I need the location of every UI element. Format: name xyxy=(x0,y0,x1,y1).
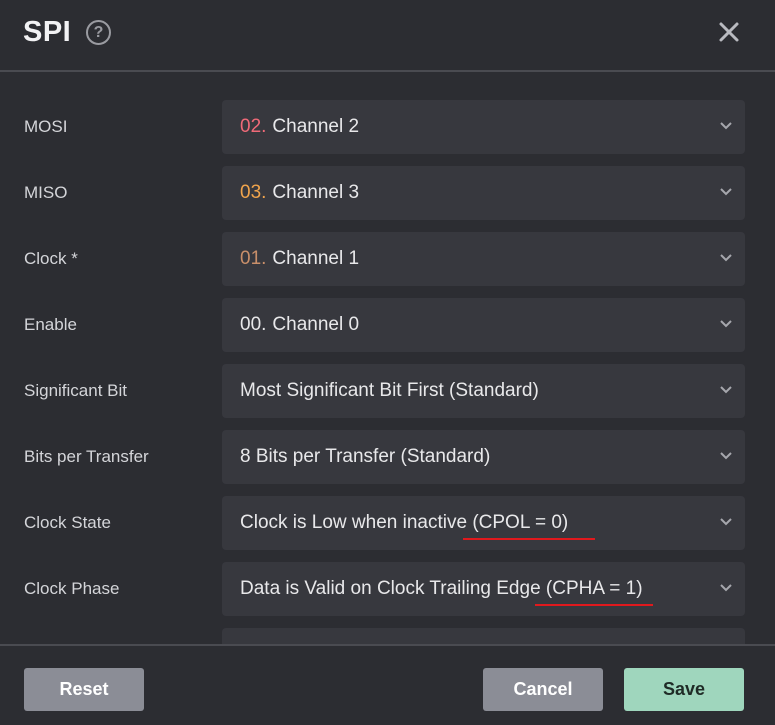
partial-select[interactable] xyxy=(222,628,745,644)
field-label: MOSI xyxy=(24,117,68,136)
save-button[interactable]: Save xyxy=(624,668,744,711)
bits-per-transfer-select[interactable]: 8 Bits per Transfer (Standard) xyxy=(222,430,745,484)
reset-button[interactable]: Reset xyxy=(24,668,144,711)
channel-number: 03. xyxy=(240,182,267,203)
field-row-clock-phase: Clock Phase Data is Valid on Clock Trail… xyxy=(0,562,775,616)
field-row-partial xyxy=(0,628,775,644)
enable-select[interactable]: 00. Channel 0 xyxy=(222,298,745,352)
chevron-down-icon xyxy=(720,386,732,394)
clock-select[interactable]: 01. Channel 1 xyxy=(222,232,745,286)
chevron-down-icon xyxy=(720,452,732,460)
question-circle-icon[interactable]: ? xyxy=(86,20,111,45)
mosi-select[interactable]: 02. Channel 2 xyxy=(222,100,745,154)
channel-name: Channel 0 xyxy=(272,314,360,335)
field-label: Enable xyxy=(24,315,77,334)
channel-name: Channel 3 xyxy=(272,182,360,203)
field-row-bits-per-transfer: Bits per Transfer 8 Bits per Transfer (S… xyxy=(0,430,775,484)
clock-state-select[interactable]: Clock is Low when inactive (CPOL = 0) xyxy=(222,496,745,550)
cpol-annotation-underline xyxy=(463,538,595,540)
field-label: Bits per Transfer xyxy=(24,447,149,466)
cancel-button[interactable]: Cancel xyxy=(483,668,603,711)
select-value: Most Significant Bit First (Standard) xyxy=(240,380,539,401)
field-label: Clock State xyxy=(24,513,111,532)
settings-panel: MOSI 02. Channel 2 MISO 03. Channel 3 Cloc… xyxy=(0,74,775,644)
select-value: 8 Bits per Transfer (Standard) xyxy=(240,446,491,467)
field-row-significant-bit: Significant Bit Most Significant Bit Fir… xyxy=(0,364,775,418)
field-row-clock: Clock * 01. Channel 1 xyxy=(0,232,775,286)
chevron-down-icon xyxy=(720,584,732,592)
field-row-clock-state: Clock State Clock is Low when inactive (… xyxy=(0,496,775,550)
field-row-enable: Enable 00. Channel 0 xyxy=(0,298,775,352)
chevron-down-icon xyxy=(720,188,732,196)
field-label: Significant Bit xyxy=(24,381,127,400)
significant-bit-select[interactable]: Most Significant Bit First (Standard) xyxy=(222,364,745,418)
dialog-title: SPI xyxy=(23,16,72,48)
chevron-down-icon xyxy=(720,518,732,526)
dialog-header: SPI ? xyxy=(0,0,775,72)
close-icon[interactable] xyxy=(714,17,744,47)
cpha-annotation-underline xyxy=(535,604,653,606)
field-label: Clock * xyxy=(24,249,78,268)
field-row-miso: MISO 03. Channel 3 xyxy=(0,166,775,220)
dialog-footer: Reset Cancel Save xyxy=(0,644,775,725)
field-label: MISO xyxy=(24,183,68,202)
select-value: Clock is Low when inactive (CPOL = 0) xyxy=(240,512,569,533)
chevron-down-icon xyxy=(720,254,732,262)
miso-select[interactable]: 03. Channel 3 xyxy=(222,166,745,220)
field-row-mosi: MOSI 02. Channel 2 xyxy=(0,100,775,154)
chevron-down-icon xyxy=(720,320,732,328)
field-label: Clock Phase xyxy=(24,579,120,598)
channel-number: 02. xyxy=(240,116,267,137)
select-value: Data is Valid on Clock Trailing Edge (CP… xyxy=(240,578,643,599)
channel-number: 00. xyxy=(240,314,267,335)
clock-phase-select[interactable]: Data is Valid on Clock Trailing Edge (CP… xyxy=(222,562,745,616)
chevron-down-icon xyxy=(720,122,732,130)
channel-name: Channel 1 xyxy=(272,248,360,269)
channel-name: Channel 2 xyxy=(272,116,360,137)
channel-number: 01. xyxy=(240,248,267,269)
